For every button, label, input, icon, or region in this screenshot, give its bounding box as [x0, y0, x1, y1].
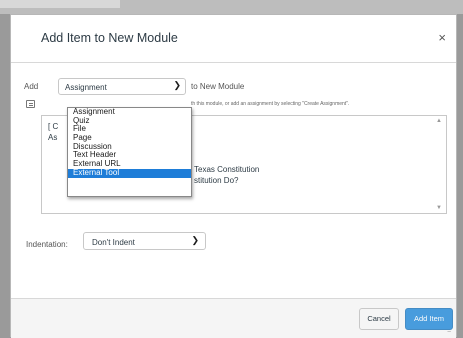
item-type-dropdown: Assignment Quiz File Page Discussion Tex… — [67, 107, 192, 197]
add-label: Add — [24, 82, 39, 91]
list-item[interactable]: As — [48, 133, 57, 142]
scroll-down-arrow[interactable]: ▼ — [436, 205, 442, 211]
close-icon[interactable]: × — [438, 31, 446, 44]
cancel-button[interactable]: Cancel — [359, 308, 399, 330]
scroll-up-arrow[interactable]: ▲ — [436, 118, 442, 124]
list-item[interactable]: Texas Constitution — [194, 165, 259, 174]
item-type-select[interactable]: Assignment ❯ — [58, 78, 186, 95]
list-item[interactable]: [ C — [48, 122, 58, 131]
backdrop-strip — [0, 0, 120, 8]
indentation-select[interactable]: Don't Indent ❯ — [83, 232, 206, 250]
modal-footer: Cancel Add Item − — [11, 298, 456, 338]
modal-title: Add Item to New Module — [41, 31, 178, 45]
to-module-label: to New Module — [191, 82, 245, 91]
dropdown-option-external-tool[interactable]: External Tool — [68, 168, 191, 178]
document-icon — [26, 100, 35, 108]
indentation-value: Don't Indent — [92, 238, 135, 247]
indentation-label: Indentation: — [26, 240, 68, 249]
item-type-value: Assignment — [65, 83, 107, 92]
help-text: th this module, or add an assignment by … — [191, 101, 350, 107]
modal-header: Add Item to New Module × — [11, 15, 456, 63]
chevron-down-icon: ❯ — [173, 80, 181, 90]
add-item-button[interactable]: Add Item — [405, 308, 453, 330]
add-item-modal: Add Item to New Module × Add Assignment … — [10, 14, 457, 338]
list-item[interactable]: stitution Do? — [194, 176, 238, 185]
resize-grip-icon[interactable]: − — [447, 329, 455, 337]
dropdown-option-quiz[interactable]: Quiz — [68, 116, 191, 126]
chevron-down-icon: ❯ — [191, 235, 199, 245]
